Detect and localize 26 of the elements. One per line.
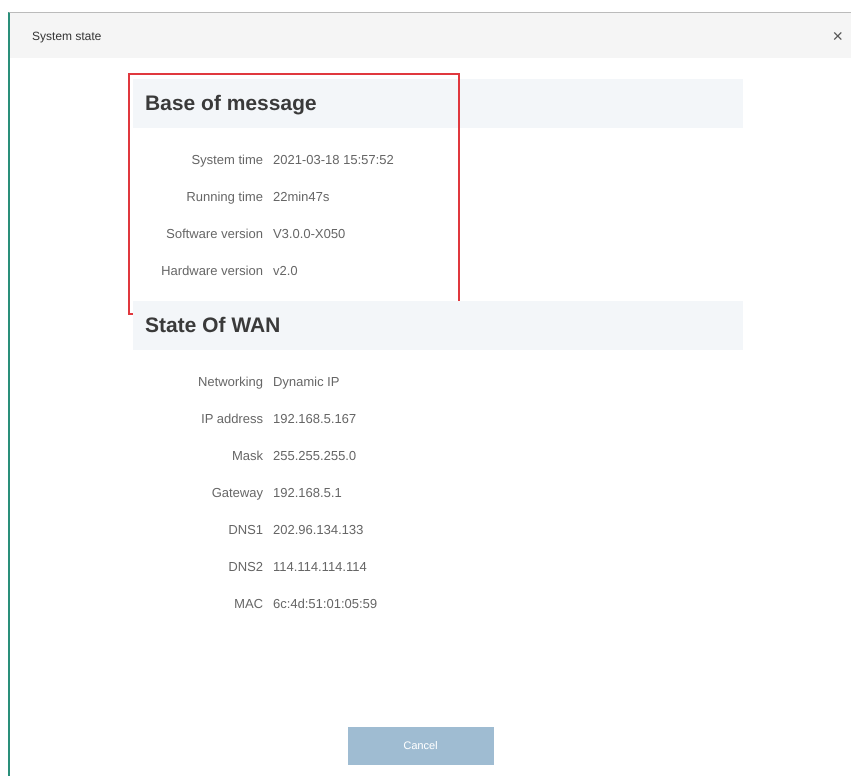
field-label: Running time — [185, 188, 263, 206]
section-title: Base of message — [145, 90, 317, 117]
field-label: Hardware version — [160, 262, 263, 280]
field-label: DNS1 — [227, 521, 263, 540]
field-value: 255.255.255.0 — [273, 447, 356, 466]
field-value: 2021-03-18 15:57:52 — [273, 151, 394, 170]
field-label: MAC — [233, 595, 263, 614]
window-title: System state — [32, 28, 102, 44]
field-value: 202.96.134.133 — [273, 521, 364, 540]
field-label: Mask — [230, 447, 263, 466]
field-label: Gateway — [210, 484, 263, 502]
section-title: State Of WAN — [145, 312, 280, 339]
field-value: 6c:4d:51:01:05:59 — [273, 595, 378, 614]
field-value: 192.168.5.1 — [273, 484, 342, 502]
field-value: V3.0.0-X050 — [273, 225, 346, 244]
field-label: Software version — [165, 225, 263, 244]
field-label: DNS2 — [227, 558, 263, 576]
field-value: Dynamic IP — [273, 373, 340, 392]
field-value: 22min47s — [273, 188, 330, 206]
field-value: v2.0 — [273, 262, 298, 280]
field-label: Networking — [196, 373, 263, 392]
field-value: 114.114.114.114 — [273, 558, 367, 576]
close-button[interactable]: × — [828, 26, 847, 44]
field-label: System time — [190, 151, 263, 170]
field-value: 192.168.5.167 — [273, 410, 356, 428]
field-label: IP address — [200, 410, 263, 428]
